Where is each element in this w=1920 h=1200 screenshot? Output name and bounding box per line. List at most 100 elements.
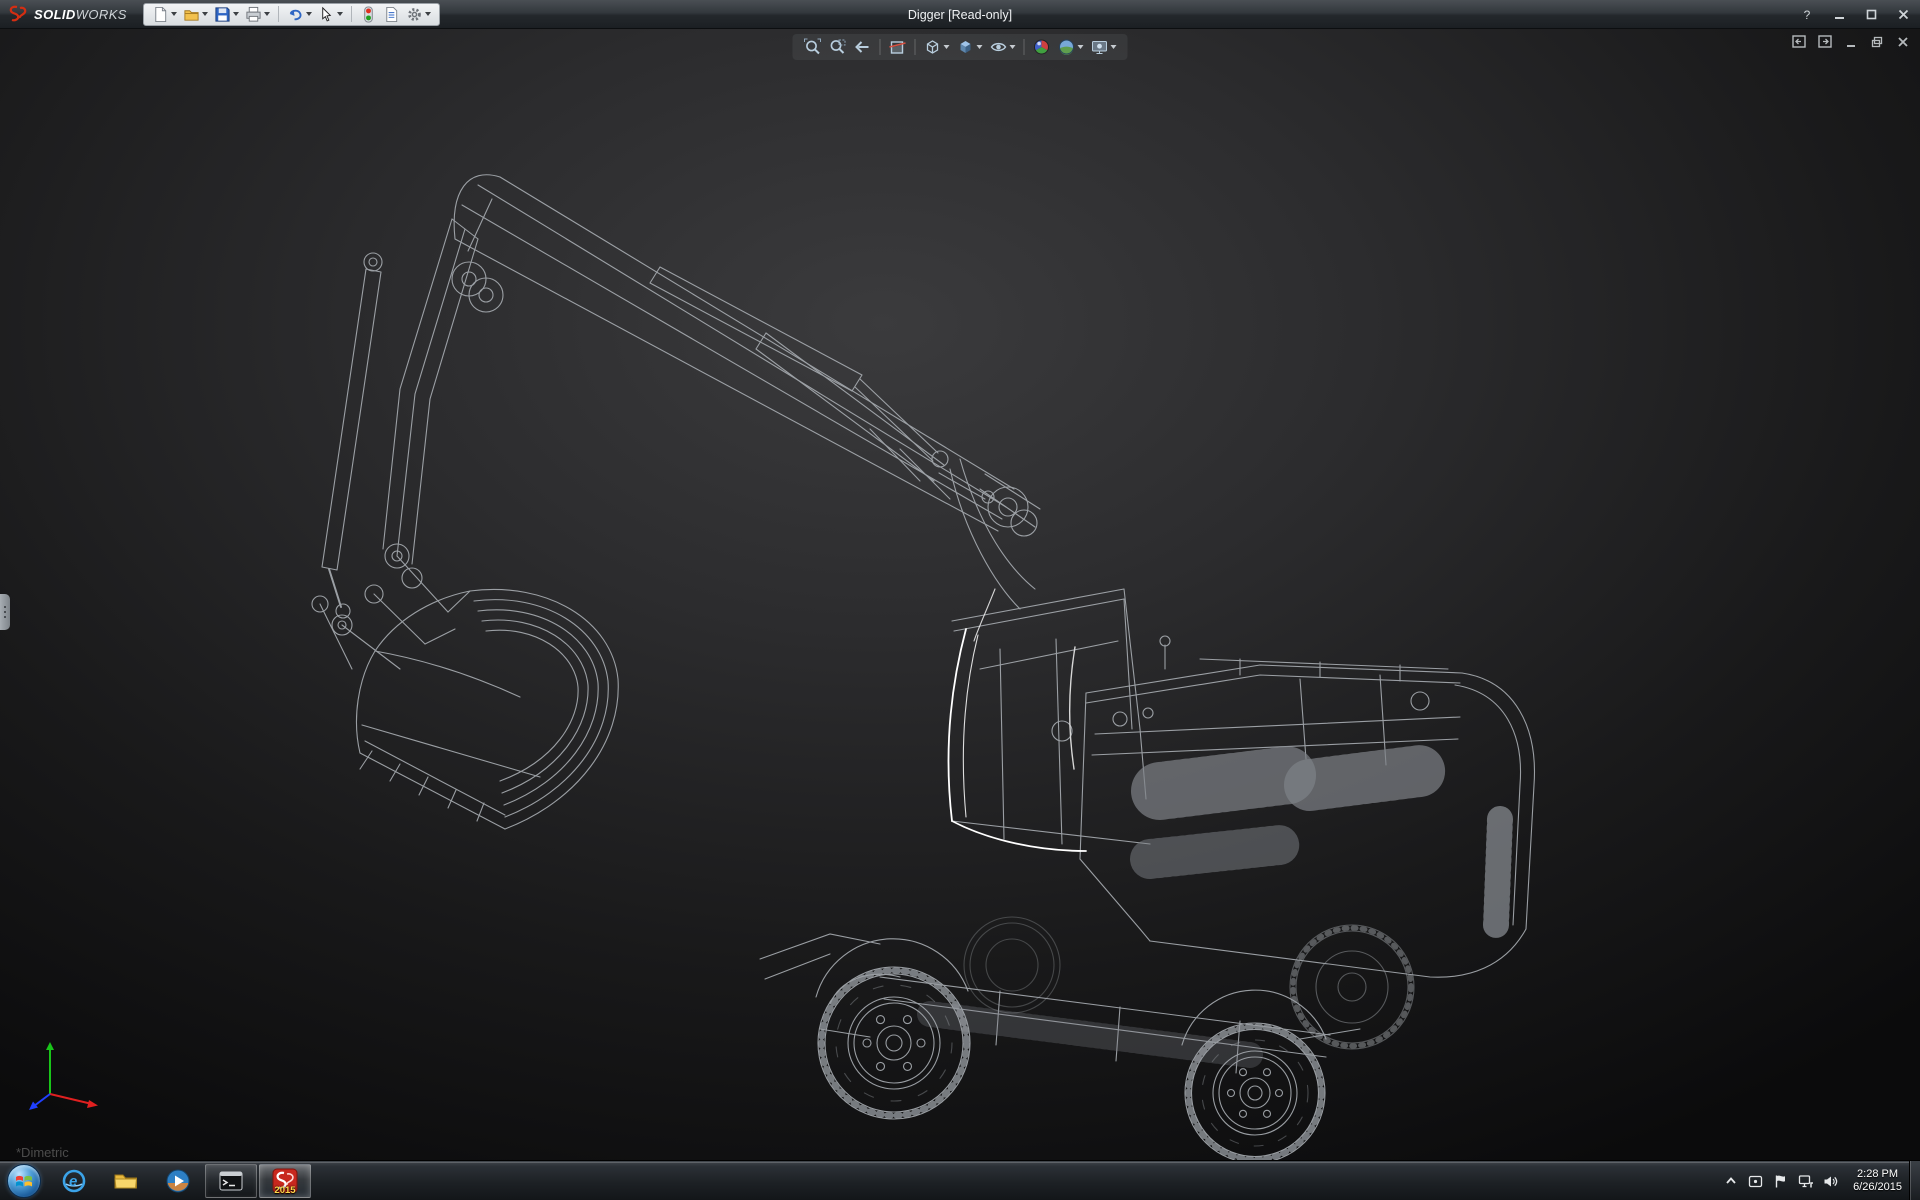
orientation-triad [20, 1032, 110, 1122]
taskbar-command-prompt[interactable] [205, 1164, 257, 1198]
pane-toggle-right-icon [1818, 35, 1832, 48]
language-indicator[interactable] [1747, 1173, 1764, 1190]
brand-text: SOLIDWORKS [34, 7, 127, 22]
taskbar-clock[interactable]: 2:28 PM 6/26/2015 [1847, 1168, 1908, 1194]
windows-flag-icon [15, 1173, 33, 1189]
hide-show-dropdown-icon[interactable] [1010, 45, 1016, 49]
network-status[interactable] [1797, 1173, 1814, 1190]
volume-control[interactable] [1822, 1173, 1839, 1190]
maximize-button[interactable] [1860, 6, 1882, 24]
clock-date: 6/26/2015 [1853, 1181, 1902, 1194]
pane-toggle-left-icon [1792, 35, 1806, 48]
windows-start-orb-icon [7, 1164, 41, 1198]
new-document-button[interactable] [150, 4, 179, 25]
select-dropdown-icon[interactable] [337, 12, 343, 16]
print-button[interactable] [243, 4, 272, 25]
taskbar-internet-explorer[interactable]: e [48, 1161, 100, 1200]
zoom-to-area-icon [829, 38, 847, 56]
view-orientation-dropdown-icon[interactable] [944, 45, 950, 49]
close-document-icon [1897, 36, 1909, 48]
open-dropdown-icon[interactable] [202, 12, 208, 16]
taskbar-windows-explorer[interactable] [100, 1161, 152, 1200]
apply-scene-icon [1058, 38, 1076, 56]
taskbar-media-player[interactable] [152, 1161, 204, 1200]
rebuild-icon [360, 6, 377, 23]
minimize-button[interactable] [1828, 6, 1850, 24]
print-icon [245, 6, 262, 23]
clock-time: 2:28 PM [1853, 1168, 1902, 1181]
toolbar-separator [880, 39, 881, 55]
action-center-button[interactable] [1772, 1173, 1789, 1190]
minimize-document-button[interactable] [1841, 33, 1860, 50]
view-orientation-cube-icon [924, 38, 942, 56]
minimize-document-icon [1845, 36, 1857, 48]
restore-document-icon [1871, 36, 1883, 48]
save-icon [214, 6, 231, 23]
internet-explorer-icon: e [60, 1167, 88, 1195]
show-hidden-icons-arrow-icon [1725, 1176, 1737, 1186]
display-style-dropdown-icon[interactable] [977, 45, 983, 49]
select-cursor-icon [318, 6, 335, 23]
command-prompt-icon [218, 1169, 244, 1193]
start-button[interactable] [0, 1161, 48, 1200]
view-orientation-label: *Dimetric [16, 1145, 69, 1160]
zoom-to-fit-button[interactable] [802, 36, 824, 58]
previous-view-icon [854, 38, 872, 56]
toolbar-separator [915, 39, 916, 55]
brand-rest: WORKS [76, 7, 127, 22]
show-desktop-button[interactable] [1909, 1161, 1920, 1200]
media-player-icon [164, 1167, 192, 1195]
zoom-to-area-button[interactable] [827, 36, 849, 58]
toolbar-separator [278, 6, 279, 22]
svg-text:e: e [69, 1173, 77, 1190]
close-icon [1898, 9, 1909, 20]
apply-scene-button[interactable] [1056, 36, 1086, 58]
pane-toggle-left-button[interactable] [1789, 33, 1808, 50]
options-dropdown-icon[interactable] [425, 12, 431, 16]
window-controls: ? [1796, 0, 1914, 29]
open-document-icon [183, 6, 200, 23]
volume-speaker-icon [1823, 1174, 1838, 1189]
select-button[interactable] [316, 4, 345, 25]
file-properties-icon [383, 6, 400, 23]
show-hidden-icons-button[interactable] [1722, 1173, 1739, 1190]
hide-show-items-button[interactable] [988, 36, 1018, 58]
toolbar-separator [351, 6, 352, 22]
taskbar-solidworks-2015[interactable]: 2015 [259, 1164, 311, 1198]
save-dropdown-icon[interactable] [233, 12, 239, 16]
section-view-icon [889, 38, 907, 56]
close-button[interactable] [1892, 6, 1914, 24]
brand-bold: SOLID [34, 7, 76, 22]
view-settings-button[interactable] [1089, 36, 1119, 58]
quick-access-toolbar [143, 3, 440, 26]
display-style-icon [957, 38, 975, 56]
system-tray: 2:28 PM 6/26/2015 [1722, 1161, 1908, 1200]
document-window-controls [1789, 33, 1912, 50]
new-dropdown-icon[interactable] [171, 12, 177, 16]
view-settings-icon [1091, 38, 1109, 56]
section-view-button[interactable] [887, 36, 909, 58]
panel-flyout-handle[interactable] [0, 594, 10, 630]
app-logo: SOLIDWORKS [0, 5, 137, 23]
previous-view-button[interactable] [852, 36, 874, 58]
view-settings-dropdown-icon[interactable] [1111, 45, 1117, 49]
apply-scene-dropdown-icon[interactable] [1078, 45, 1084, 49]
undo-icon [287, 6, 304, 23]
undo-button[interactable] [285, 4, 314, 25]
file-properties-button[interactable] [381, 4, 402, 25]
pane-toggle-right-button[interactable] [1815, 33, 1834, 50]
restore-document-button[interactable] [1867, 33, 1886, 50]
edit-appearance-button[interactable] [1031, 36, 1053, 58]
save-button[interactable] [212, 4, 241, 25]
open-document-button[interactable] [181, 4, 210, 25]
help-button[interactable]: ? [1796, 6, 1818, 24]
view-orientation-button[interactable] [922, 36, 952, 58]
undo-dropdown-icon[interactable] [306, 12, 312, 16]
options-button[interactable] [404, 4, 433, 25]
print-dropdown-icon[interactable] [264, 12, 270, 16]
display-style-button[interactable] [955, 36, 985, 58]
close-document-button[interactable] [1893, 33, 1912, 50]
options-gear-icon [406, 6, 423, 23]
rebuild-button[interactable] [358, 4, 379, 25]
graphics-viewport[interactable]: *Dimetric [0, 29, 1920, 1160]
